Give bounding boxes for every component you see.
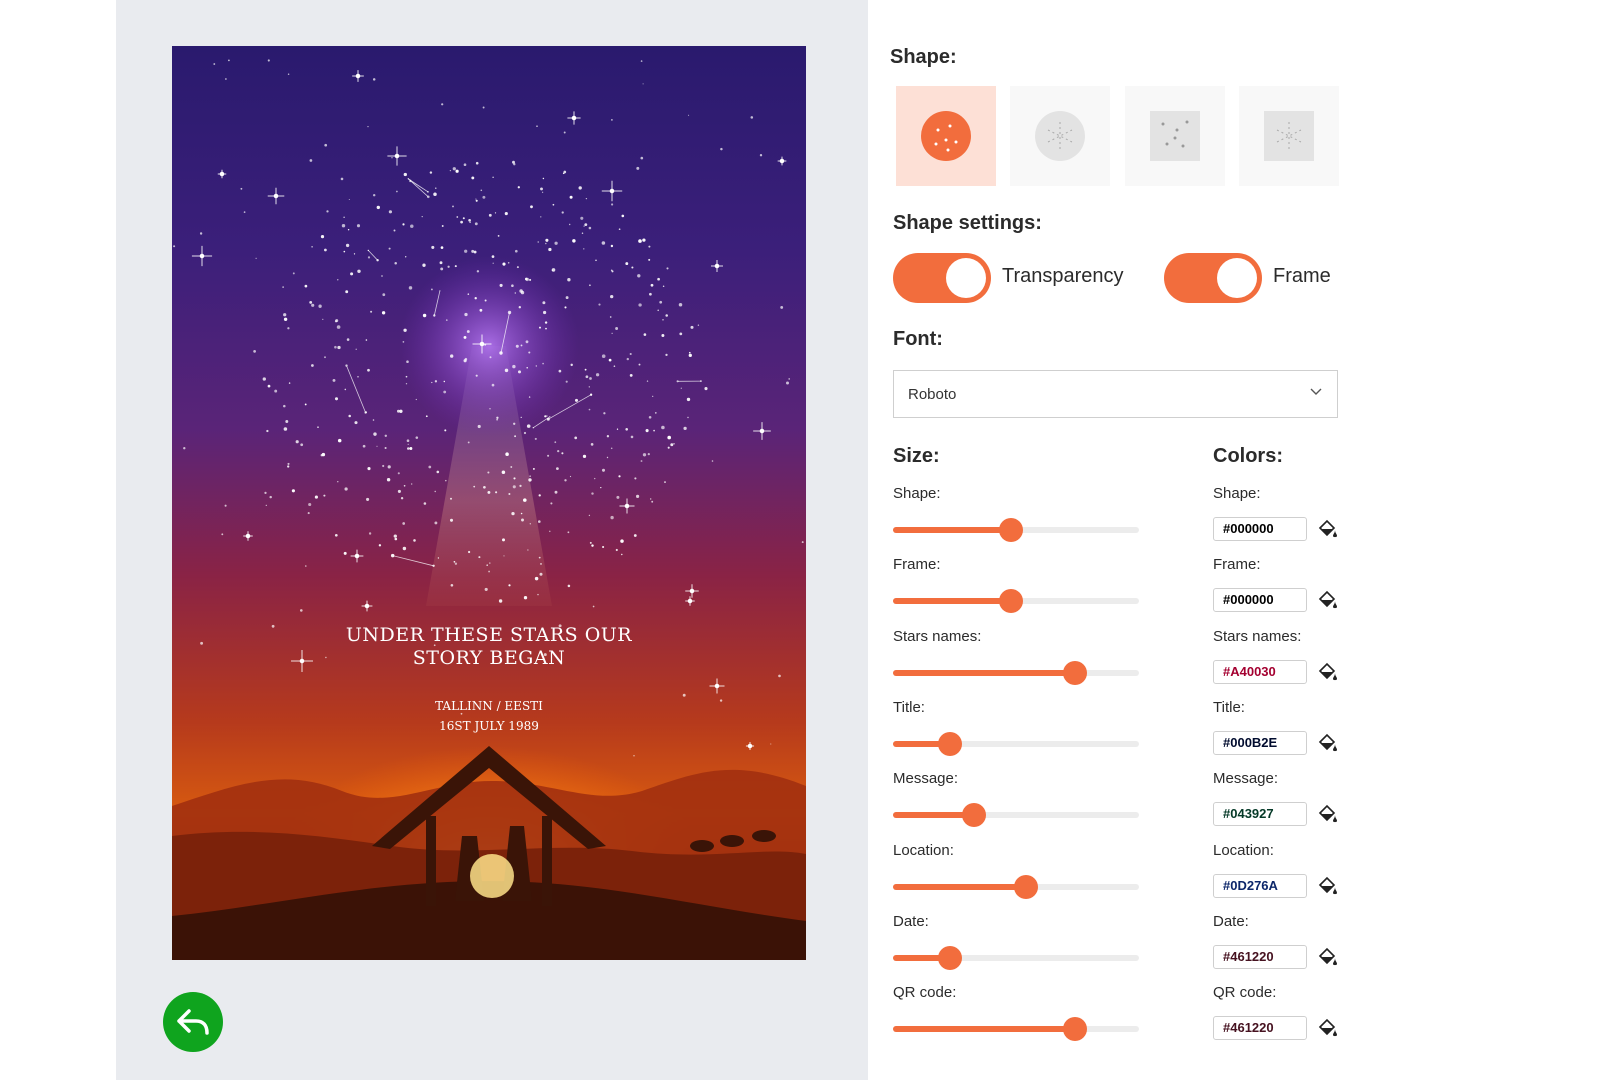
slider-thumb[interactable] <box>1063 661 1088 685</box>
poster-artwork <box>172 59 806 960</box>
size-slider-label: Location: <box>893 842 954 859</box>
color-label: Date: <box>1213 913 1249 930</box>
shape-settings-heading: Shape settings: <box>893 212 1042 234</box>
slider-thumb[interactable] <box>999 589 1024 613</box>
poster-title-line2: STORY BEGAN <box>412 647 566 669</box>
size-heading: Size: <box>893 445 940 467</box>
font-select[interactable]: Roboto <box>893 370 1338 418</box>
poster-title-line1: UNDER THESE STARS OUR <box>345 624 633 646</box>
frame-toggle[interactable] <box>1164 253 1262 303</box>
paint-bucket-icon[interactable] <box>1316 661 1338 683</box>
size-slider[interactable] <box>893 803 1139 827</box>
poster-title: UNDER THESE STARS OUR STORY BEGAN <box>172 624 806 670</box>
size-slider-label: Title: <box>893 699 925 716</box>
paint-bucket-icon[interactable] <box>1316 946 1338 968</box>
square-dots-icon <box>1150 111 1200 161</box>
color-label: Title: <box>1213 699 1245 716</box>
color-label: Message: <box>1213 770 1279 787</box>
poster-location-block: TALLINN / EESTI 16ST JULY 1989 <box>172 696 806 736</box>
color-hex-input[interactable]: #461220 <box>1213 945 1307 969</box>
size-slider[interactable] <box>893 946 1139 970</box>
slider-fill <box>893 1026 1076 1032</box>
size-slider-label: Shape: <box>893 485 941 502</box>
shape-option-square-lines[interactable] <box>1239 86 1339 186</box>
slider-thumb[interactable] <box>937 946 962 970</box>
circle-pattern-icon <box>1035 111 1085 161</box>
transparency-toggle[interactable] <box>893 253 991 303</box>
toggle-knob <box>1217 258 1257 298</box>
poster-date: 16ST JULY 1989 <box>439 719 539 733</box>
paint-bucket-icon[interactable] <box>1316 518 1338 540</box>
size-slider-label: Stars names: <box>893 628 982 645</box>
color-hex-input[interactable]: #000B2E <box>1213 731 1307 755</box>
paint-bucket-icon[interactable] <box>1316 803 1338 825</box>
color-label: Stars names: <box>1213 628 1302 645</box>
shape-option-circle-filled[interactable] <box>896 86 996 186</box>
size-slider[interactable] <box>893 875 1139 899</box>
shape-option-square-dots[interactable] <box>1125 86 1225 186</box>
shape-heading: Shape: <box>890 46 957 68</box>
chevron-down-icon <box>1310 388 1322 395</box>
size-slider-label: Message: <box>893 770 959 787</box>
color-label: QR code: <box>1213 984 1277 1001</box>
color-hex-input[interactable]: #0D276A <box>1213 874 1307 898</box>
color-label: Frame: <box>1213 556 1261 573</box>
color-hex-input[interactable]: #461220 <box>1213 1016 1307 1040</box>
paint-bucket-icon[interactable] <box>1316 1017 1338 1039</box>
transparency-label: Transparency <box>1002 265 1124 287</box>
size-slider-label: Frame: <box>893 556 941 573</box>
square-pattern-icon <box>1264 111 1314 161</box>
size-slider[interactable] <box>893 589 1139 613</box>
slider-thumb[interactable] <box>937 732 962 756</box>
color-hex-input[interactable]: #A40030 <box>1213 660 1307 684</box>
shape-option-circle-outline[interactable] <box>1010 86 1110 186</box>
paint-bucket-icon[interactable] <box>1316 589 1338 611</box>
size-slider[interactable] <box>893 1017 1139 1041</box>
color-label: Shape: <box>1213 485 1261 502</box>
slider-thumb[interactable] <box>1063 1017 1088 1041</box>
size-slider-label: Date: <box>893 913 929 930</box>
slider-fill <box>893 884 1026 890</box>
paint-bucket-icon[interactable] <box>1316 875 1338 897</box>
slider-thumb[interactable] <box>999 518 1024 542</box>
color-hex-input[interactable]: #043927 <box>1213 802 1307 826</box>
slider-fill <box>893 670 1076 676</box>
size-slider[interactable] <box>893 661 1139 685</box>
toggle-knob <box>946 258 986 298</box>
slider-fill <box>893 527 1012 533</box>
star-map-poster: UNDER THESE STARS OUR STORY BEGAN TALLIN… <box>172 46 806 960</box>
size-slider-label: QR code: <box>893 984 957 1001</box>
undo-arrow-icon <box>177 1009 209 1035</box>
poster-location: TALLINN / EESTI <box>435 699 543 713</box>
frame-label: Frame <box>1273 265 1331 287</box>
color-label: Location: <box>1213 842 1274 859</box>
undo-button[interactable] <box>163 992 223 1052</box>
font-heading: Font: <box>893 328 943 350</box>
colors-heading: Colors: <box>1213 445 1283 467</box>
color-hex-input[interactable]: #000000 <box>1213 517 1307 541</box>
slider-fill <box>893 598 1012 604</box>
color-hex-input[interactable]: #000000 <box>1213 588 1307 612</box>
font-selected-value: Roboto <box>908 385 957 403</box>
filled-circle-icon <box>921 111 971 161</box>
slider-thumb[interactable] <box>1013 875 1038 899</box>
slider-thumb[interactable] <box>962 803 987 827</box>
size-slider[interactable] <box>893 518 1139 542</box>
paint-bucket-icon[interactable] <box>1316 732 1338 754</box>
size-slider[interactable] <box>893 732 1139 756</box>
